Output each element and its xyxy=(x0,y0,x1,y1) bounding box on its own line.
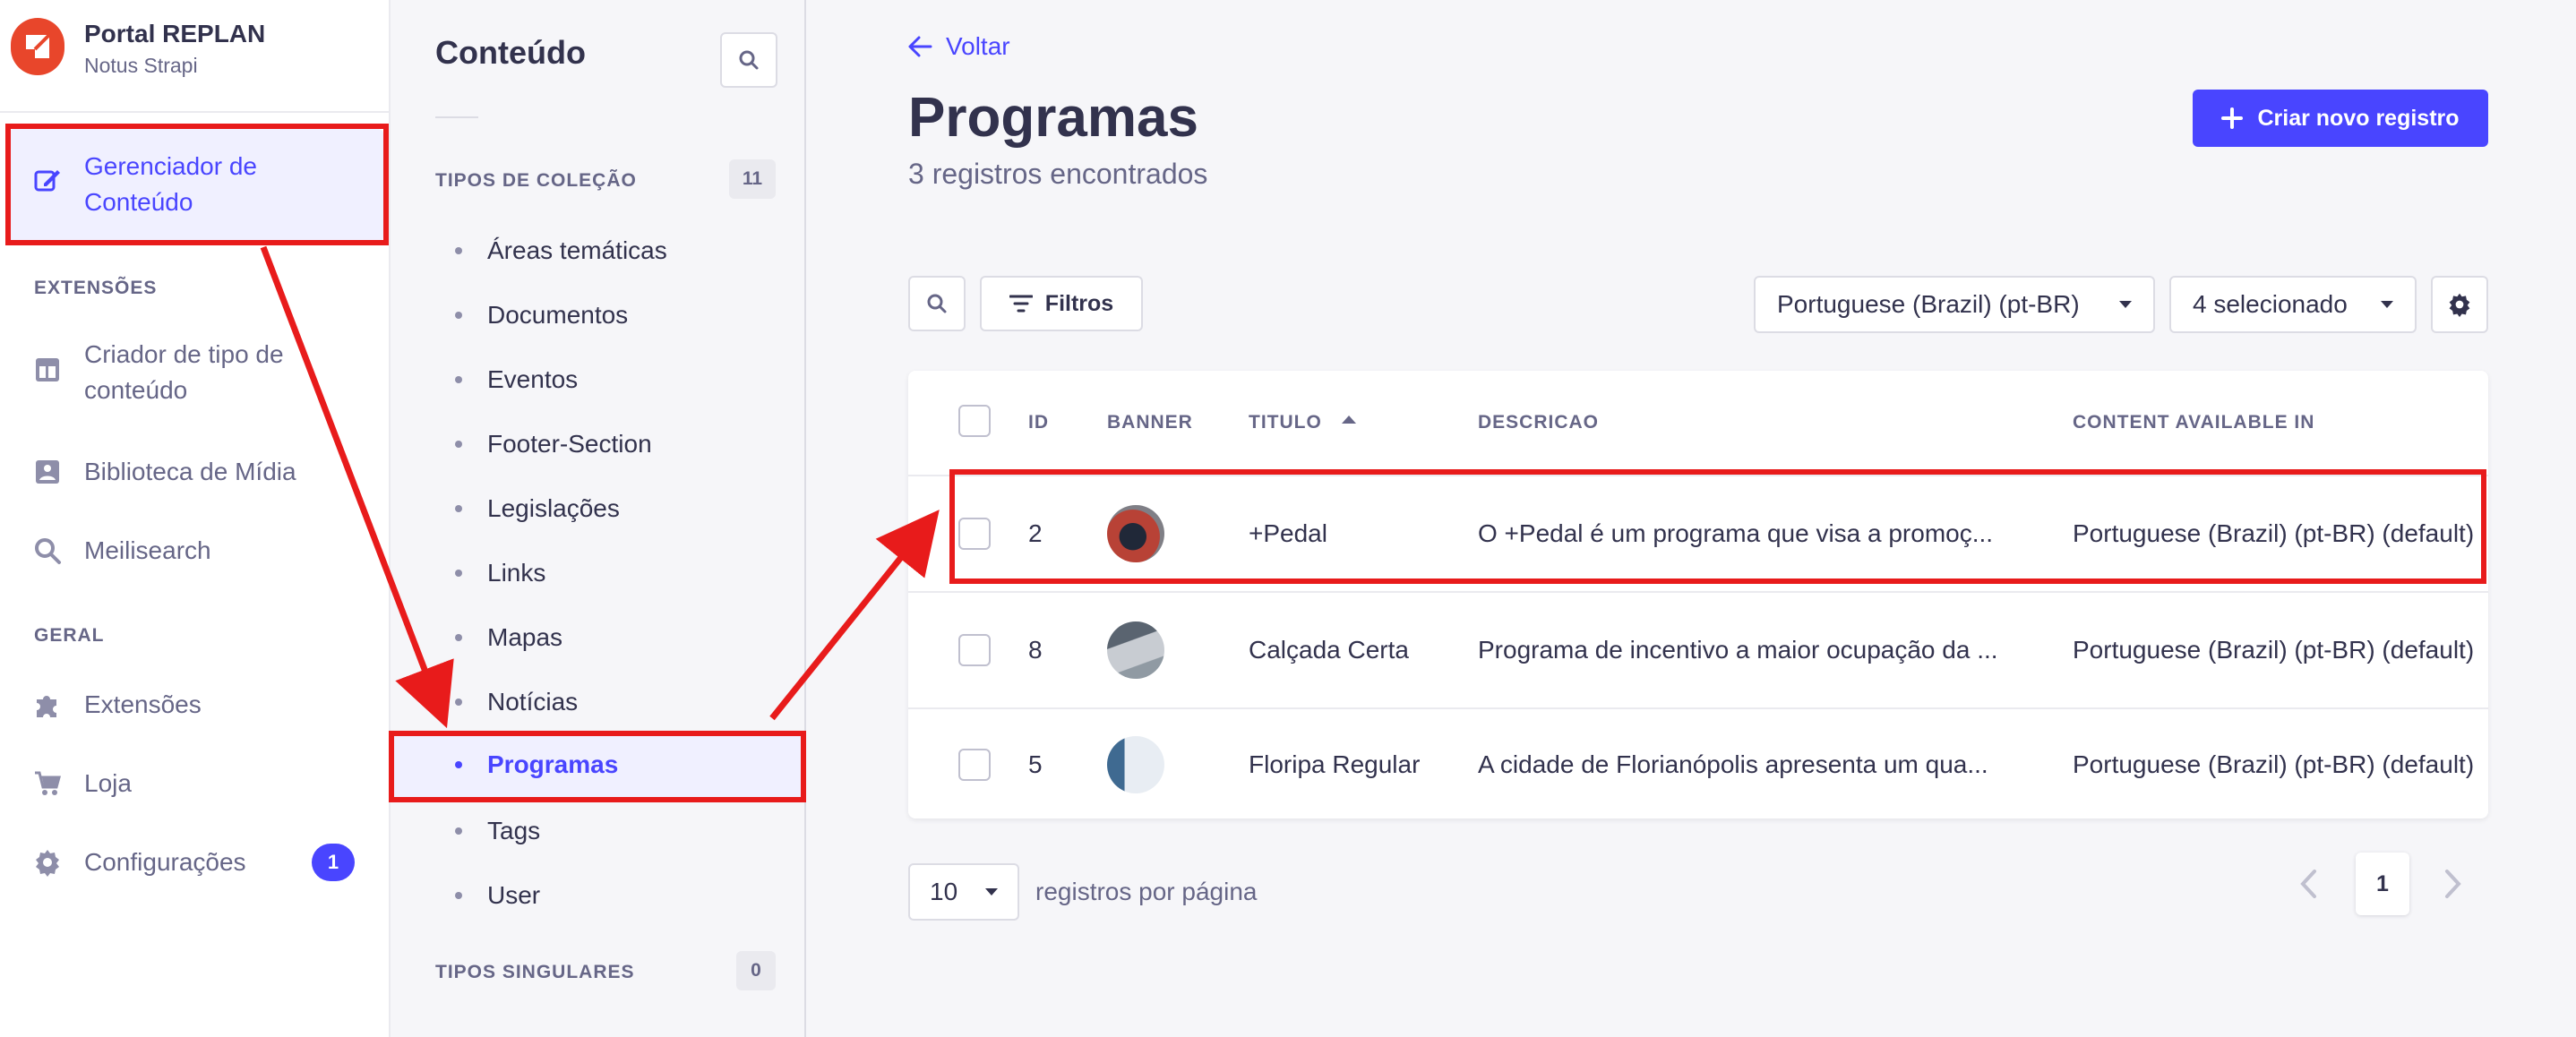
arrow-to-row xyxy=(769,510,940,721)
arrow-to-programas xyxy=(260,245,454,729)
annotation-arrows xyxy=(260,245,940,729)
